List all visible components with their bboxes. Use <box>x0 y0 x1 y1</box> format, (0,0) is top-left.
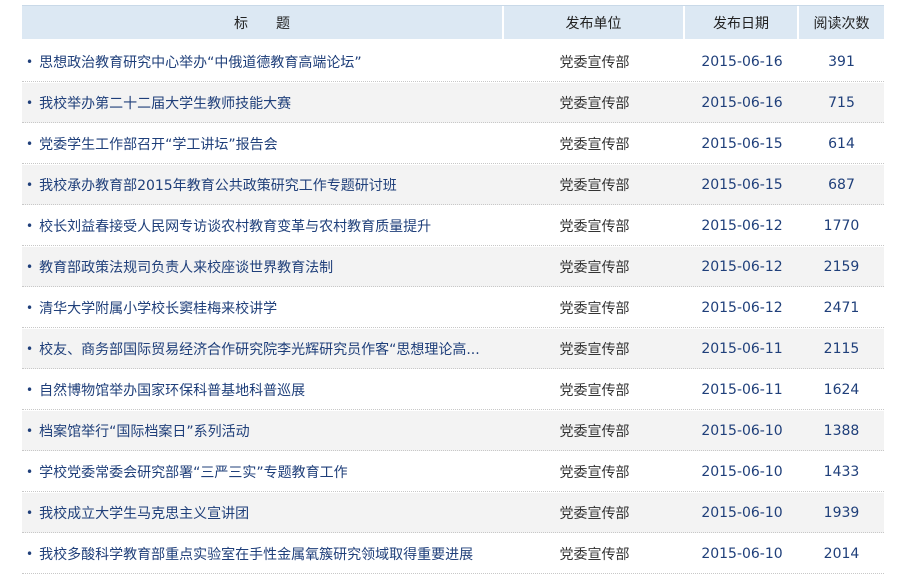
views-cell: 2159 <box>823 258 860 275</box>
table-row: • 思想政治教育研究中心举办“中俄道德教育高端论坛” 党委宣传部 2015-06-16… <box>22 42 884 82</box>
table-row: • 我校举办第二十二届大学生教师技能大赛 党委宣传部 2015-06-16 715 <box>22 83 884 123</box>
news-title-cell[interactable]: • 党委学生工作部召开“学工讲坛”报告会 <box>22 124 504 163</box>
news-title-link[interactable]: 党委学生工作部召开“学工讲坛”报告会 <box>39 134 278 154</box>
bullet-icon: • <box>26 95 34 110</box>
date-cell: 2015-06-10 <box>701 463 783 480</box>
news-title-link[interactable]: 教育部政策法规司负责人来校座谈世界教育法制 <box>39 257 333 277</box>
date-cell: 2015-06-10 <box>701 504 783 521</box>
date-cell: 2015-06-11 <box>701 381 783 398</box>
news-title-link[interactable]: 我校举办第二十二届大学生教师技能大赛 <box>39 93 291 113</box>
news-title-link[interactable]: 清华大学附属小学校长窦桂梅来校讲学 <box>39 298 277 318</box>
publisher-cell: 党委宣传部 <box>559 300 630 317</box>
publisher-cell: 党委宣传部 <box>559 546 630 563</box>
bullet-icon: • <box>26 382 34 397</box>
views-cell: 1770 <box>823 217 860 234</box>
header-date: 发布日期 <box>685 6 799 39</box>
table-header: 标 题 发布单位 发布日期 阅读次数 <box>22 5 884 39</box>
news-title-cell[interactable]: • 我校承办教育部2015年教育公共政策研究工作专题研讨班 <box>22 165 504 204</box>
news-title-cell[interactable]: • 校友、商务部国际贸易经济合作研究院李光辉研究员作客“思想理论高... <box>22 329 504 368</box>
date-cell: 2015-06-11 <box>701 340 783 357</box>
news-title-cell[interactable]: • 我校举办第二十二届大学生教师技能大赛 <box>22 83 504 122</box>
publisher-cell: 党委宣传部 <box>559 95 630 112</box>
news-title-cell[interactable]: • 校长刘益春接受人民网专访谈农村教育变革与农村教育质量提升 <box>22 206 504 245</box>
date-cell: 2015-06-16 <box>701 53 783 70</box>
publisher-cell: 党委宣传部 <box>559 259 630 276</box>
date-cell: 2015-06-16 <box>701 94 783 111</box>
bullet-icon: • <box>26 54 34 69</box>
date-cell: 2015-06-15 <box>701 176 783 193</box>
table-row: • 我校多酸科学教育部重点实验室在手性金属氧簇研究领域取得重要进展 党委宣传部 201… <box>22 534 884 574</box>
table-row: • 教育部政策法规司负责人来校座谈世界教育法制 党委宣传部 2015-06-12 215… <box>22 247 884 287</box>
news-title-cell[interactable]: • 思想政治教育研究中心举办“中俄道德教育高端论坛” <box>22 42 504 81</box>
date-cell: 2015-06-10 <box>701 545 783 562</box>
date-cell: 2015-06-15 <box>701 135 783 152</box>
table-row: • 我校成立大学生马克思主义宣讲团 党委宣传部 2015-06-10 1939 <box>22 493 884 533</box>
news-title-cell[interactable]: • 学校党委常委会研究部署“三严三实”专题教育工作 <box>22 452 504 491</box>
views-cell: 687 <box>828 176 855 193</box>
publisher-cell: 党委宣传部 <box>559 464 630 481</box>
table-row: • 清华大学附属小学校长窦桂梅来校讲学 党委宣传部 2015-06-12 2471 <box>22 288 884 328</box>
news-title-cell[interactable]: • 教育部政策法规司负责人来校座谈世界教育法制 <box>22 247 504 286</box>
news-title-link[interactable]: 自然博物馆举办国家环保科普基地科普巡展 <box>39 380 305 400</box>
publisher-cell: 党委宣传部 <box>559 505 630 522</box>
views-cell: 614 <box>828 135 855 152</box>
news-title-link[interactable]: 学校党委常委会研究部署“三严三实”专题教育工作 <box>39 462 348 482</box>
views-cell: 1433 <box>823 463 860 480</box>
news-title-link[interactable]: 思想政治教育研究中心举办“中俄道德教育高端论坛” <box>39 52 362 72</box>
date-cell: 2015-06-12 <box>701 299 783 316</box>
views-cell: 2115 <box>823 340 860 357</box>
views-cell: 2014 <box>823 545 860 562</box>
bullet-icon: • <box>26 341 34 356</box>
table-row: • 校长刘益春接受人民网专访谈农村教育变革与农村教育质量提升 党委宣传部 2015-0… <box>22 206 884 246</box>
views-cell: 2471 <box>823 299 860 316</box>
bullet-icon: • <box>26 505 34 520</box>
header-views: 阅读次数 <box>813 15 870 32</box>
news-table: 标 题 发布单位 发布日期 阅读次数 • 思想政治教育研究中心举办“中俄道德教育高… <box>22 5 884 574</box>
bullet-icon: • <box>26 546 34 561</box>
news-title-link[interactable]: 档案馆举行“国际档案日”系列活动 <box>39 421 250 441</box>
publisher-cell: 党委宣传部 <box>559 341 630 358</box>
bullet-icon: • <box>26 136 34 151</box>
publisher-cell: 党委宣传部 <box>559 218 630 235</box>
publisher-cell: 党委宣传部 <box>559 423 630 440</box>
news-title-link[interactable]: 我校承办教育部2015年教育公共政策研究工作专题研讨班 <box>39 175 397 195</box>
bullet-icon: • <box>26 464 34 479</box>
bullet-icon: • <box>26 423 34 438</box>
table-body: • 思想政治教育研究中心举办“中俄道德教育高端论坛” 党委宣传部 2015-06-16… <box>22 42 884 574</box>
publisher-cell: 党委宣传部 <box>559 382 630 399</box>
news-title-link[interactable]: 我校多酸科学教育部重点实验室在手性金属氧簇研究领域取得重要进展 <box>39 544 473 564</box>
publisher-cell: 党委宣传部 <box>559 177 630 194</box>
publisher-cell: 党委宣传部 <box>559 136 630 153</box>
news-title-cell[interactable]: • 清华大学附属小学校长窦桂梅来校讲学 <box>22 288 504 327</box>
news-title-link[interactable]: 校友、商务部国际贸易经济合作研究院李光辉研究员作客“思想理论高... <box>39 339 480 359</box>
bullet-icon: • <box>26 177 34 192</box>
news-title-link[interactable]: 我校成立大学生马克思主义宣讲团 <box>39 503 249 523</box>
news-title-cell[interactable]: • 我校多酸科学教育部重点实验室在手性金属氧簇研究领域取得重要进展 <box>22 534 504 573</box>
bullet-icon: • <box>26 259 34 274</box>
table-row: • 我校承办教育部2015年教育公共政策研究工作专题研讨班 党委宣传部 2015-06… <box>22 165 884 205</box>
news-title-link[interactable]: 校长刘益春接受人民网专访谈农村教育变革与农村教育质量提升 <box>39 216 431 236</box>
bullet-icon: • <box>26 300 34 315</box>
table-row: • 档案馆举行“国际档案日”系列活动 党委宣传部 2015-06-10 1388 <box>22 411 884 451</box>
date-cell: 2015-06-12 <box>701 258 783 275</box>
table-row: • 自然博物馆举办国家环保科普基地科普巡展 党委宣传部 2015-06-11 1624 <box>22 370 884 410</box>
bullet-icon: • <box>26 218 34 233</box>
news-title-cell[interactable]: • 自然博物馆举办国家环保科普基地科普巡展 <box>22 370 504 409</box>
views-cell: 391 <box>828 53 855 70</box>
publisher-cell: 党委宣传部 <box>559 54 630 71</box>
table-row: • 党委学生工作部召开“学工讲坛”报告会 党委宣传部 2015-06-15 614 <box>22 124 884 164</box>
views-cell: 1624 <box>823 381 860 398</box>
header-unit: 发布单位 <box>504 6 685 39</box>
views-cell: 715 <box>828 94 855 111</box>
news-title-cell[interactable]: • 我校成立大学生马克思主义宣讲团 <box>22 493 504 532</box>
table-row: • 学校党委常委会研究部署“三严三实”专题教育工作 党委宣传部 2015-06-10 1… <box>22 452 884 492</box>
table-row: • 校友、商务部国际贸易经济合作研究院李光辉研究员作客“思想理论高... 党委宣传部… <box>22 329 884 369</box>
header-title: 标 题 <box>22 6 504 39</box>
views-cell: 1388 <box>823 422 860 439</box>
date-cell: 2015-06-12 <box>701 217 783 234</box>
news-title-cell[interactable]: • 档案馆举行“国际档案日”系列活动 <box>22 411 504 450</box>
date-cell: 2015-06-10 <box>701 422 783 439</box>
views-cell: 1939 <box>823 504 860 521</box>
